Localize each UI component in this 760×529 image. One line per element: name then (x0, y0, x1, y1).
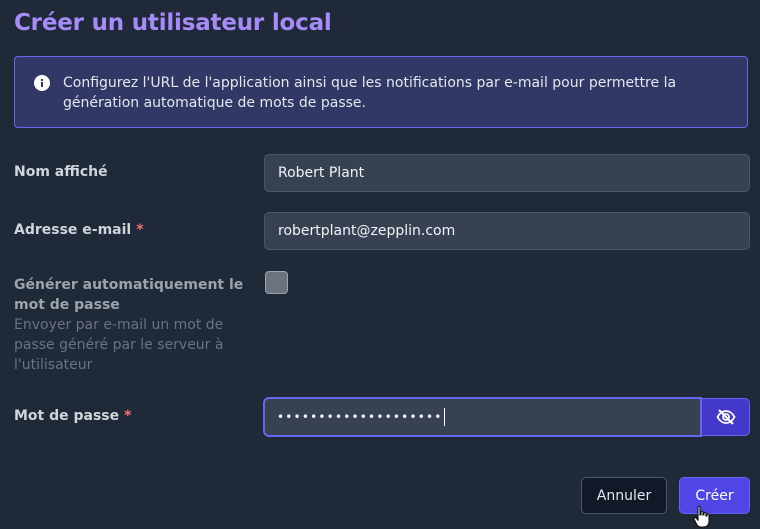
hand-pointer-icon (693, 505, 710, 528)
display-name-input[interactable]: Robert Plant (264, 154, 750, 192)
toggle-password-visibility-button[interactable] (701, 398, 750, 436)
password-value: •••••••••••••••••••• (277, 410, 443, 424)
required-mark: * (136, 222, 144, 238)
auto-password-checkbox[interactable] (265, 271, 288, 294)
create-button[interactable]: Créer (679, 477, 750, 514)
required-mark: * (124, 408, 132, 424)
cancel-button[interactable]: Annuler (581, 477, 667, 514)
auto-password-help: Envoyer par e-mail un mot de passe génér… (14, 317, 224, 373)
alert-message: Configurez l'URL de l'application ainsi … (63, 75, 677, 111)
text-caret (443, 408, 445, 426)
info-alert: Configurez l'URL de l'application ainsi … (14, 56, 748, 128)
email-input[interactable]: robertplant@zepplin.com (264, 212, 750, 250)
password-label: Mot de passe * (14, 408, 132, 424)
eye-slash-icon (715, 409, 736, 425)
email-label: Adresse e-mail * (14, 222, 144, 238)
display-name-label: Nom affiché (14, 164, 108, 180)
auto-password-label: Générer automatiquement le mot de passe (14, 277, 244, 313)
password-input[interactable]: •••••••••••••••••••• (264, 398, 701, 436)
info-icon (34, 75, 50, 91)
page-title: Créer un utilisateur local (14, 10, 332, 36)
